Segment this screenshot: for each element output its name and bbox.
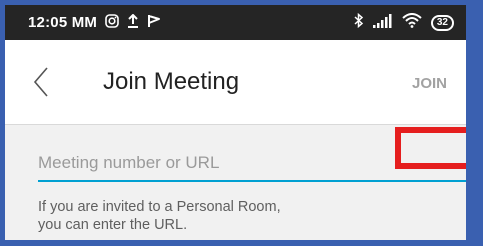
join-button[interactable]: JOIN (412, 75, 447, 92)
battery-icon: 32 (430, 14, 454, 31)
signal-icon (372, 13, 393, 32)
bluetooth-icon (354, 12, 364, 32)
phone-frame: 12:05 MM 32 Join Meeting JOIN Meeting nu… (0, 0, 483, 246)
chevron-left-icon (33, 67, 48, 97)
annotation-highlight-box (395, 127, 466, 169)
status-right-group: 32 (354, 12, 454, 32)
upload-icon (127, 13, 139, 32)
instagram-icon (105, 13, 119, 32)
page-title: Join Meeting (103, 68, 240, 95)
status-bar: 12:05 MM 32 (5, 5, 466, 40)
wifi-icon (402, 13, 422, 32)
header-bar: Join Meeting JOIN (5, 40, 466, 125)
form-area: If you are invited to a Personal Room, y… (5, 125, 466, 240)
hint-text: If you are invited to a Personal Room, y… (38, 198, 368, 234)
status-time: 12:05 MM (28, 14, 98, 31)
hint-line-1: If you are invited to a Personal Room, (38, 199, 281, 215)
flag-icon (147, 14, 161, 32)
hint-line-2: you can enter the URL. (38, 217, 188, 233)
back-button[interactable] (27, 64, 57, 100)
